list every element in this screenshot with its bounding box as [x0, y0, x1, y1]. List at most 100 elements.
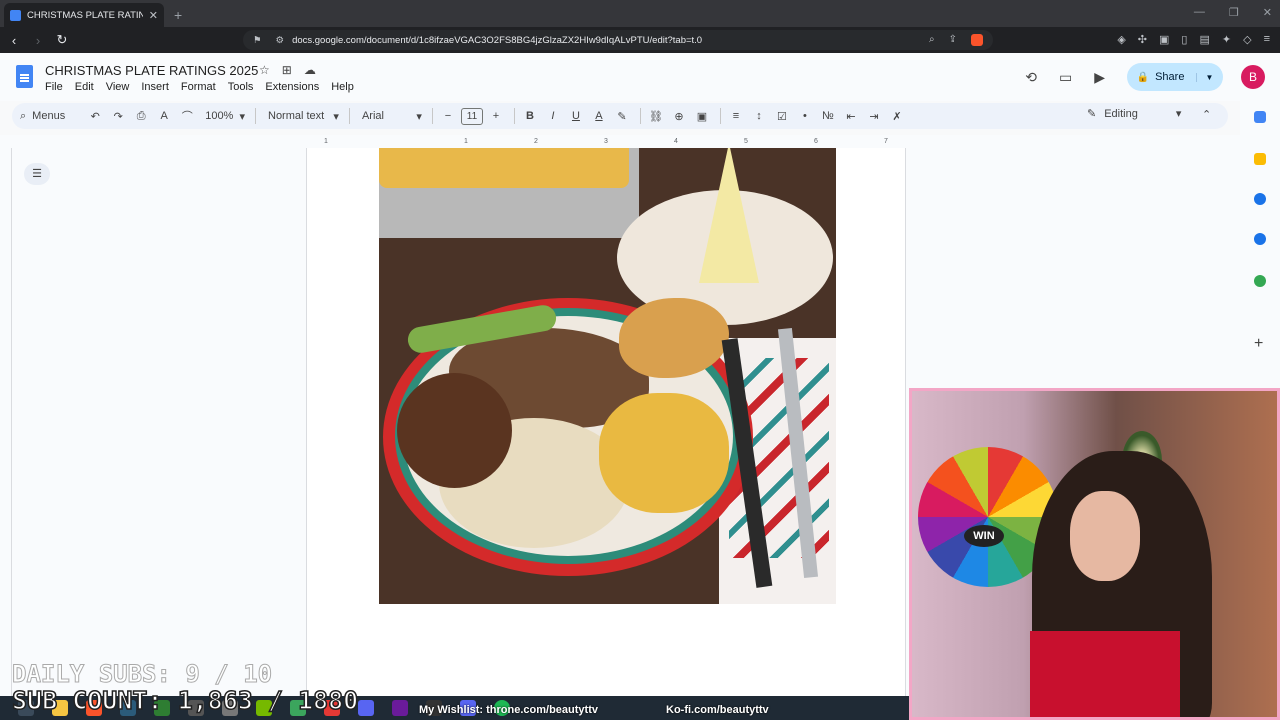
spellcheck-icon[interactable]: A: [156, 110, 172, 122]
text-color-icon[interactable]: A: [591, 110, 607, 122]
style-select[interactable]: Normal text ▾: [268, 110, 339, 123]
docs-logo-icon[interactable]: [16, 65, 33, 88]
paint-format-icon[interactable]: ⌒: [179, 108, 195, 124]
kofi-text: Ko-fi.com/beautyttv: [666, 704, 769, 716]
menus-label: Menus: [32, 110, 66, 122]
clear-formatting-icon[interactable]: ✗: [889, 110, 905, 123]
zoom-icon[interactable]: ⌕: [929, 34, 935, 46]
streamer-face: [1070, 491, 1140, 581]
add-comment-icon[interactable]: ⊕: [671, 110, 687, 123]
docs-header: CHRISTMAS PLATE RATINGS 2025 ☆ ⊞ ☁ File …: [0, 53, 1280, 101]
app-icon[interactable]: [358, 700, 374, 716]
chevron-down-icon[interactable]: ▼: [1196, 72, 1213, 82]
mac-and-cheese: [599, 393, 729, 513]
puzzle-icon[interactable]: ✣: [1138, 33, 1147, 46]
tab-title: CHRISTMAS PLATE RATINGS 20...: [27, 9, 143, 21]
forward-icon[interactable]: ›: [28, 33, 48, 48]
wheel-hub: WIN: [964, 525, 1004, 547]
ai-icon[interactable]: ✦: [1222, 33, 1231, 46]
editing-mode-select[interactable]: ✎ Editing ▾: [1087, 107, 1182, 121]
search-icon: ⌕: [20, 109, 27, 122]
menu-tools[interactable]: Tools: [228, 81, 254, 93]
collapse-toolbar-icon[interactable]: ⌃: [1202, 108, 1211, 121]
document-title[interactable]: CHRISTMAS PLATE RATINGS 2025: [45, 63, 258, 78]
add-addon-icon[interactable]: +: [1254, 335, 1263, 353]
bullet-list-icon[interactable]: •: [797, 110, 813, 122]
wallet-icon[interactable]: ▤: [1199, 33, 1209, 46]
back-icon[interactable]: ‹: [4, 33, 24, 48]
increase-font-icon[interactable]: +: [488, 110, 504, 122]
window-controls: — ❐ ✕: [1194, 6, 1272, 19]
line-spacing-icon[interactable]: ↕: [751, 110, 767, 122]
christmas-plate-photo[interactable]: [379, 148, 836, 604]
print-icon[interactable]: ⎙: [133, 110, 149, 123]
menu-edit[interactable]: Edit: [75, 81, 94, 93]
docs-menubar: File Edit View Insert Format Tools Exten…: [45, 81, 354, 93]
address-bar[interactable]: ⚑ ⚙ docs.google.com/document/d/1c8ifzaeV…: [243, 30, 993, 50]
extension-icon[interactable]: ◈: [1117, 33, 1125, 46]
numbered-list-icon[interactable]: №: [820, 110, 836, 122]
vpn-icon[interactable]: ◇: [1243, 33, 1251, 46]
highlight-icon[interactable]: ✎: [614, 110, 630, 123]
share-button[interactable]: 🔒 Share ▼: [1127, 63, 1223, 91]
font-size-input[interactable]: 11: [460, 107, 483, 125]
sidebar-icon[interactable]: ▯: [1181, 33, 1187, 46]
minimize-icon[interactable]: —: [1194, 6, 1205, 19]
move-folder-icon[interactable]: ⊞: [282, 63, 292, 77]
checklist-icon[interactable]: ☑: [774, 110, 790, 123]
wishlist-text: My Wishlist: throne.com/beautyttv: [419, 704, 598, 716]
menu-file[interactable]: File: [45, 81, 63, 93]
pencil-icon: ✎: [1087, 108, 1097, 120]
close-tab-icon[interactable]: ✕: [149, 9, 158, 22]
star-icon[interactable]: ☆: [259, 63, 270, 77]
share-page-icon[interactable]: ⇪: [949, 34, 957, 46]
comments-icon[interactable]: ▭: [1059, 69, 1072, 86]
italic-icon[interactable]: I: [545, 110, 561, 122]
close-window-icon[interactable]: ✕: [1263, 6, 1272, 19]
increase-indent-icon[interactable]: ⇥: [866, 110, 882, 123]
chevron-down-icon: ▾: [1175, 108, 1182, 120]
underline-icon[interactable]: U: [568, 110, 584, 122]
search-menus-button[interactable]: ⌕ Menus: [20, 110, 65, 123]
decrease-indent-icon[interactable]: ⇤: [843, 110, 859, 123]
extension-icon[interactable]: ▣: [1159, 33, 1169, 46]
version-history-icon[interactable]: ⟲: [1025, 69, 1037, 86]
chevron-down-icon: ▾: [416, 110, 422, 123]
align-icon[interactable]: ≡: [728, 110, 744, 122]
bold-icon[interactable]: B: [522, 110, 538, 122]
meet-icon[interactable]: ▶: [1094, 69, 1105, 86]
app-icon[interactable]: [392, 700, 408, 716]
menu-extensions[interactable]: Extensions: [265, 81, 319, 93]
extensions-bar: ◈ ✣ ▣ ▯ ▤ ✦ ◇ ≡: [1117, 33, 1270, 46]
avatar[interactable]: B: [1241, 65, 1265, 89]
maximize-icon[interactable]: ❐: [1229, 6, 1239, 19]
reload-icon[interactable]: ↻: [52, 32, 72, 48]
zoom-select[interactable]: 100% ▾: [205, 110, 245, 123]
document-outline-icon[interactable]: ☰: [24, 163, 50, 185]
calendar-icon[interactable]: [1254, 111, 1266, 123]
menu-help[interactable]: Help: [331, 81, 354, 93]
tasks-icon[interactable]: [1254, 193, 1266, 205]
ruler: 1 1 2 3 4 5 6 7: [306, 136, 906, 148]
menu-view[interactable]: View: [106, 81, 130, 93]
cloud-saved-icon[interactable]: ☁: [304, 63, 316, 77]
font-select[interactable]: Arial ▾: [362, 110, 422, 123]
contacts-icon[interactable]: [1254, 233, 1266, 245]
redo-icon[interactable]: ↷: [110, 110, 126, 123]
docs-toolbar: ⌕ Menus ↶ ↷ ⎙ A ⌒ 100% ▾ Normal text ▾ A…: [12, 103, 1228, 129]
undo-icon[interactable]: ↶: [87, 110, 103, 123]
style-value: Normal text: [268, 110, 325, 122]
menu-format[interactable]: Format: [181, 81, 216, 93]
site-info-icon[interactable]: ⚙: [276, 35, 285, 46]
brave-shield-icon[interactable]: [971, 34, 983, 46]
new-tab-button[interactable]: +: [174, 7, 182, 23]
maps-icon[interactable]: [1254, 275, 1266, 287]
browser-tab[interactable]: CHRISTMAS PLATE RATINGS 20... ✕: [4, 3, 164, 27]
link-icon[interactable]: ⛓: [648, 110, 664, 123]
menu-insert[interactable]: Insert: [141, 81, 169, 93]
menu-icon[interactable]: ≡: [1264, 33, 1270, 46]
keep-icon[interactable]: [1254, 153, 1266, 165]
insert-image-icon[interactable]: ▣: [694, 110, 710, 123]
decrease-font-icon[interactable]: −: [440, 110, 456, 122]
bookmark-icon[interactable]: ⚑: [253, 35, 262, 46]
